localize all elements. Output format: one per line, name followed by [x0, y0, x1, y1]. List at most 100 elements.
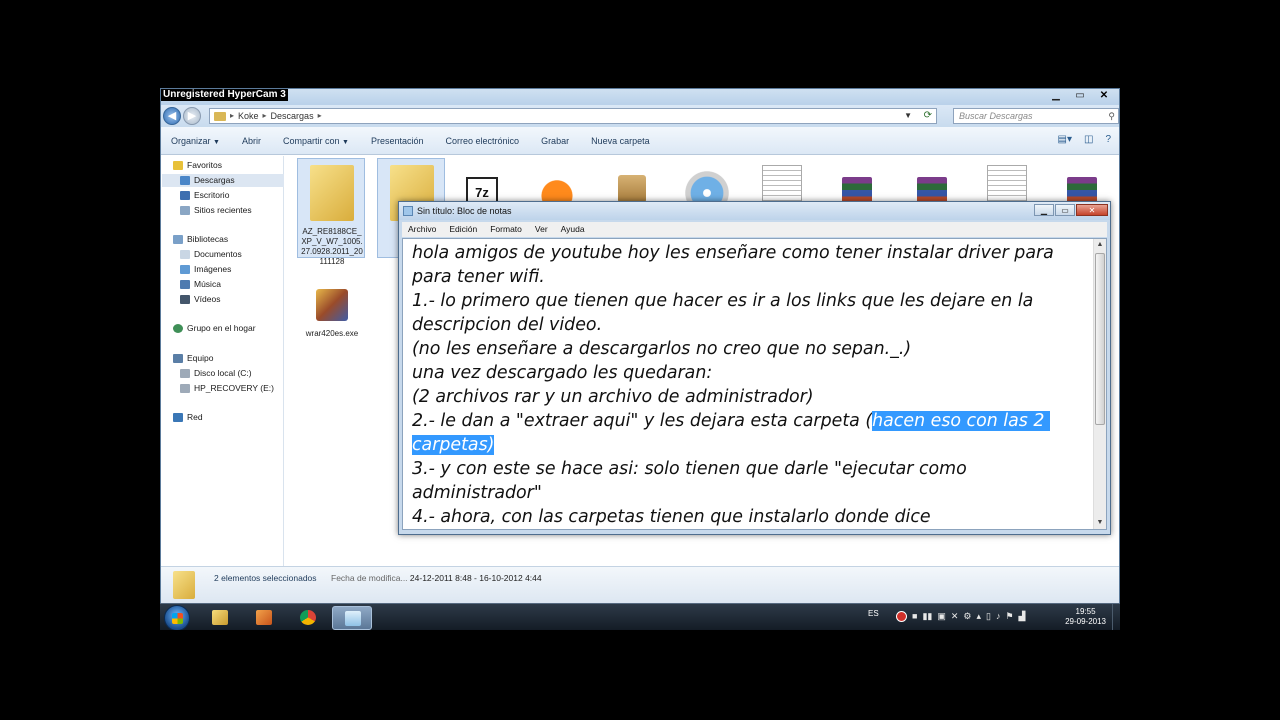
open-button[interactable]: Abrir: [242, 136, 261, 146]
recording-watermark: Unregistered HyperCam 3: [161, 89, 288, 101]
notepad-text-area[interactable]: hola amigos de youtube hoy les enseñare …: [402, 238, 1107, 530]
sidebar-item-recovery[interactable]: HP_RECOVERY (E:): [180, 382, 274, 395]
tray-overflow-icon[interactable]: ▴: [976, 611, 981, 622]
email-button[interactable]: Correo electrónico: [446, 136, 520, 146]
sidebar-item-favoritos[interactable]: Favoritos: [173, 159, 222, 172]
record-icon[interactable]: [896, 611, 907, 622]
preview-pane-icon[interactable]: ◫: [1084, 134, 1093, 145]
file-label: wrar420es.exe: [305, 329, 359, 338]
new-folder-button[interactable]: Nueva carpeta: [591, 136, 650, 146]
notepad-icon: [345, 611, 361, 626]
clock[interactable]: 19:55 29-09-2013: [1065, 607, 1106, 627]
search-icon[interactable]: ⚲: [1108, 109, 1115, 123]
menu-edicion[interactable]: Edición: [449, 222, 477, 237]
sidebar-item-imagenes[interactable]: Imágenes: [180, 263, 231, 276]
action-center-icon[interactable]: ⚑: [1005, 611, 1013, 622]
file-item-winrar[interactable]: wrar420es.exe: [297, 272, 365, 372]
taskbar-notepad[interactable]: [332, 606, 372, 630]
sidebar-item-bibliotecas[interactable]: Bibliotecas: [173, 233, 228, 246]
pictures-icon: [180, 265, 190, 274]
winrar-icon: [316, 289, 348, 321]
help-icon[interactable]: ?: [1105, 134, 1111, 145]
maximize-button[interactable]: ▭: [1069, 90, 1091, 103]
command-bar: Organizar ▼ Abrir Compartir con ▼ Presen…: [161, 127, 1119, 155]
menu-ver[interactable]: Ver: [535, 222, 548, 237]
notepad-text[interactable]: hola amigos de youtube hoy les enseñare …: [412, 241, 1092, 529]
scroll-down-icon[interactable]: ▼: [1094, 517, 1106, 529]
computer-icon: [173, 354, 183, 363]
chevron-right-icon: ▸: [262, 111, 267, 120]
vertical-scrollbar[interactable]: ▲ ▼: [1093, 239, 1106, 529]
recent-places-icon: [180, 206, 190, 215]
notepad-title: Sin título: Bloc de notas: [417, 206, 512, 216]
forward-button[interactable]: ▶: [183, 107, 201, 125]
window-capture-icon[interactable]: ▣: [937, 611, 946, 622]
folder-icon: [212, 610, 228, 625]
notepad-icon: [403, 206, 413, 216]
sidebar-item-red[interactable]: Red: [173, 411, 203, 424]
sidebar-item-documentos[interactable]: Documentos: [180, 248, 242, 261]
menu-formato[interactable]: Formato: [490, 222, 522, 237]
breadcrumb-descargas[interactable]: Descargas: [271, 109, 314, 123]
notepad-minimize-button[interactable]: ▁: [1034, 204, 1054, 216]
address-bar[interactable]: ▸ Koke ▸ Descargas ▸ ▼ ⟳: [209, 108, 937, 124]
file-label: AZ_RE8188CE_XP_V_W7_1005.27.0928.2011_20…: [301, 227, 363, 266]
organize-button[interactable]: Organizar ▼: [171, 136, 220, 146]
sidebar-item-disco-c[interactable]: Disco local (C:): [180, 367, 252, 380]
sidebar-item-grupo[interactable]: Grupo en el hogar: [173, 322, 256, 335]
folder-icon: [214, 111, 226, 121]
slideshow-button[interactable]: Presentación: [371, 136, 424, 146]
menu-ayuda[interactable]: Ayuda: [561, 222, 585, 237]
chevron-right-icon: ▸: [230, 111, 235, 120]
notepad-window: Sin título: Bloc de notas ▁ ▭ ✕ Archivo …: [398, 201, 1111, 535]
chrome-icon: [300, 610, 316, 625]
text-content-end: 3.- y con este se hace asi: solo tienen …: [412, 459, 967, 527]
share-button[interactable]: Compartir con ▼: [283, 136, 349, 146]
menu-archivo[interactable]: Archivo: [408, 222, 436, 237]
rar-icon: [842, 177, 872, 203]
burn-button[interactable]: Grabar: [541, 136, 569, 146]
notepad-close-button[interactable]: ✕: [1076, 204, 1108, 216]
stop-icon[interactable]: ■: [912, 611, 917, 622]
downloads-icon: [180, 176, 190, 185]
desktop-icon: [180, 191, 190, 200]
back-button[interactable]: ◀: [163, 107, 181, 125]
explorer-titlebar[interactable]: Unregistered HyperCam 3 ▁ ▭ ✕: [161, 89, 1119, 105]
taskbar-chrome[interactable]: [288, 606, 328, 630]
documents-icon: [180, 250, 190, 259]
sidebar-item-musica[interactable]: Música: [180, 278, 221, 291]
folder-icon: [310, 165, 354, 221]
refresh-icon[interactable]: ⟳: [924, 109, 932, 123]
show-desktop-button[interactable]: [1112, 604, 1120, 630]
network-signal-icon[interactable]: ▟: [1019, 611, 1026, 622]
text-content: hola amigos de youtube hoy les enseñare …: [412, 243, 1054, 431]
scroll-thumb[interactable]: [1095, 253, 1105, 425]
desktop: Unregistered HyperCam 3 ▁ ▭ ✕ ◀ ▶ ▸ Koke…: [160, 88, 1120, 630]
sidebar-item-escritorio[interactable]: Escritorio: [180, 189, 229, 202]
notepad-titlebar[interactable]: Sin título: Bloc de notas ▁ ▭ ✕: [399, 202, 1110, 220]
notepad-maximize-button[interactable]: ▭: [1055, 204, 1075, 216]
start-button[interactable]: [164, 605, 190, 630]
search-input[interactable]: Buscar Descargas ⚲: [953, 108, 1119, 124]
close-capture-icon[interactable]: ✕: [951, 611, 959, 622]
breadcrumb-koke[interactable]: Koke: [238, 109, 259, 123]
sidebar-item-equipo[interactable]: Equipo: [173, 352, 213, 365]
taskbar-explorer[interactable]: [200, 606, 240, 630]
rar-icon: [1067, 177, 1097, 203]
battery-icon[interactable]: ▯: [986, 611, 991, 622]
sidebar-item-videos[interactable]: Vídeos: [180, 293, 220, 306]
language-indicator[interactable]: ES: [868, 609, 879, 618]
settings-icon[interactable]: ⚙: [963, 611, 971, 622]
file-item-driver-folder[interactable]: AZ_RE8188CE_XP_V_W7_1005.27.0928.2011_20…: [297, 158, 365, 266]
view-options-icon[interactable]: ▤▾: [1058, 134, 1072, 145]
sidebar-item-sitios[interactable]: Sitios recientes: [180, 204, 252, 217]
volume-icon[interactable]: ♪: [996, 611, 1001, 622]
taskbar-media-player[interactable]: [244, 606, 284, 630]
close-button[interactable]: ✕: [1093, 90, 1115, 103]
scroll-up-icon[interactable]: ▲: [1094, 239, 1106, 251]
search-placeholder: Buscar Descargas: [959, 111, 1033, 121]
minimize-button[interactable]: ▁: [1045, 90, 1067, 103]
pause-icon[interactable]: ▮▮: [922, 611, 932, 622]
sidebar-item-descargas[interactable]: Descargas: [162, 174, 284, 187]
chevron-down-icon[interactable]: ▼: [904, 109, 912, 123]
